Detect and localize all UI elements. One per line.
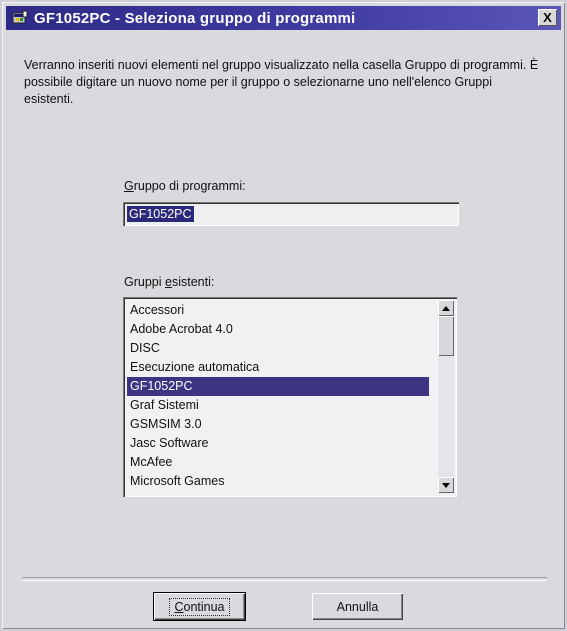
program-group-input[interactable]: GF1052PC: [123, 202, 459, 226]
group-field-label-accel: G: [124, 179, 134, 193]
list-item[interactable]: Graf Sistemi: [127, 396, 429, 415]
list-item[interactable]: DISC: [127, 339, 429, 358]
scroll-thumb[interactable]: [438, 316, 454, 356]
title-bar[interactable]: GF1052PC - Seleziona gruppo di programmi…: [6, 6, 561, 30]
list-item[interactable]: Accessori: [127, 301, 429, 320]
list-scrollbar[interactable]: [438, 300, 454, 493]
window-title: GF1052PC - Seleziona gruppo di programmi: [34, 9, 356, 27]
list-item[interactable]: Esecuzione automatica: [127, 358, 429, 377]
close-button[interactable]: X: [538, 9, 557, 26]
list-item[interactable]: Adobe Acrobat 4.0: [127, 320, 429, 339]
program-group-input-value: GF1052PC: [127, 206, 194, 222]
group-field-label: Gruppo di programmi:: [124, 179, 246, 193]
existing-groups-list[interactable]: Accessori Adobe Acrobat 4.0 DISC Esecuzi…: [123, 297, 457, 497]
existing-groups-label-rest: sistenti:: [171, 275, 215, 289]
existing-groups-label: Gruppi esistenti:: [124, 275, 214, 289]
scroll-up-arrow-icon: [442, 305, 450, 311]
dialog-window: GF1052PC - Seleziona gruppo di programmi…: [2, 2, 565, 629]
list-item[interactable]: GSMSIM 3.0: [127, 415, 429, 434]
existing-groups-label-prefix: Gruppi: [124, 275, 165, 289]
cancel-button-label: Annulla: [336, 599, 379, 614]
program-group-icon: [12, 10, 28, 26]
cancel-button[interactable]: Annulla: [312, 593, 403, 620]
list-item[interactable]: Microsoft Games: [127, 472, 429, 491]
list-item[interactable]: McAfee: [127, 453, 429, 472]
scroll-up-button[interactable]: [438, 300, 454, 316]
list-item-selected[interactable]: GF1052PC: [127, 377, 429, 396]
instruction-text: Verranno inseriti nuovi elementi nel gru…: [24, 58, 539, 106]
continue-label-rest: ontinua: [183, 599, 225, 614]
separator-line: [22, 577, 547, 581]
continue-button-label: Continua: [169, 597, 230, 616]
group-field-label-rest: ruppo di programmi:: [133, 179, 246, 193]
existing-groups-label-accel: e: [165, 275, 172, 289]
continue-label-accel: C: [174, 599, 184, 614]
scroll-down-button[interactable]: [438, 477, 454, 493]
list-item[interactable]: Jasc Software: [127, 434, 429, 453]
continue-button[interactable]: Continua: [153, 592, 246, 621]
close-icon: X: [543, 10, 552, 25]
scroll-down-arrow-icon: [442, 482, 450, 488]
